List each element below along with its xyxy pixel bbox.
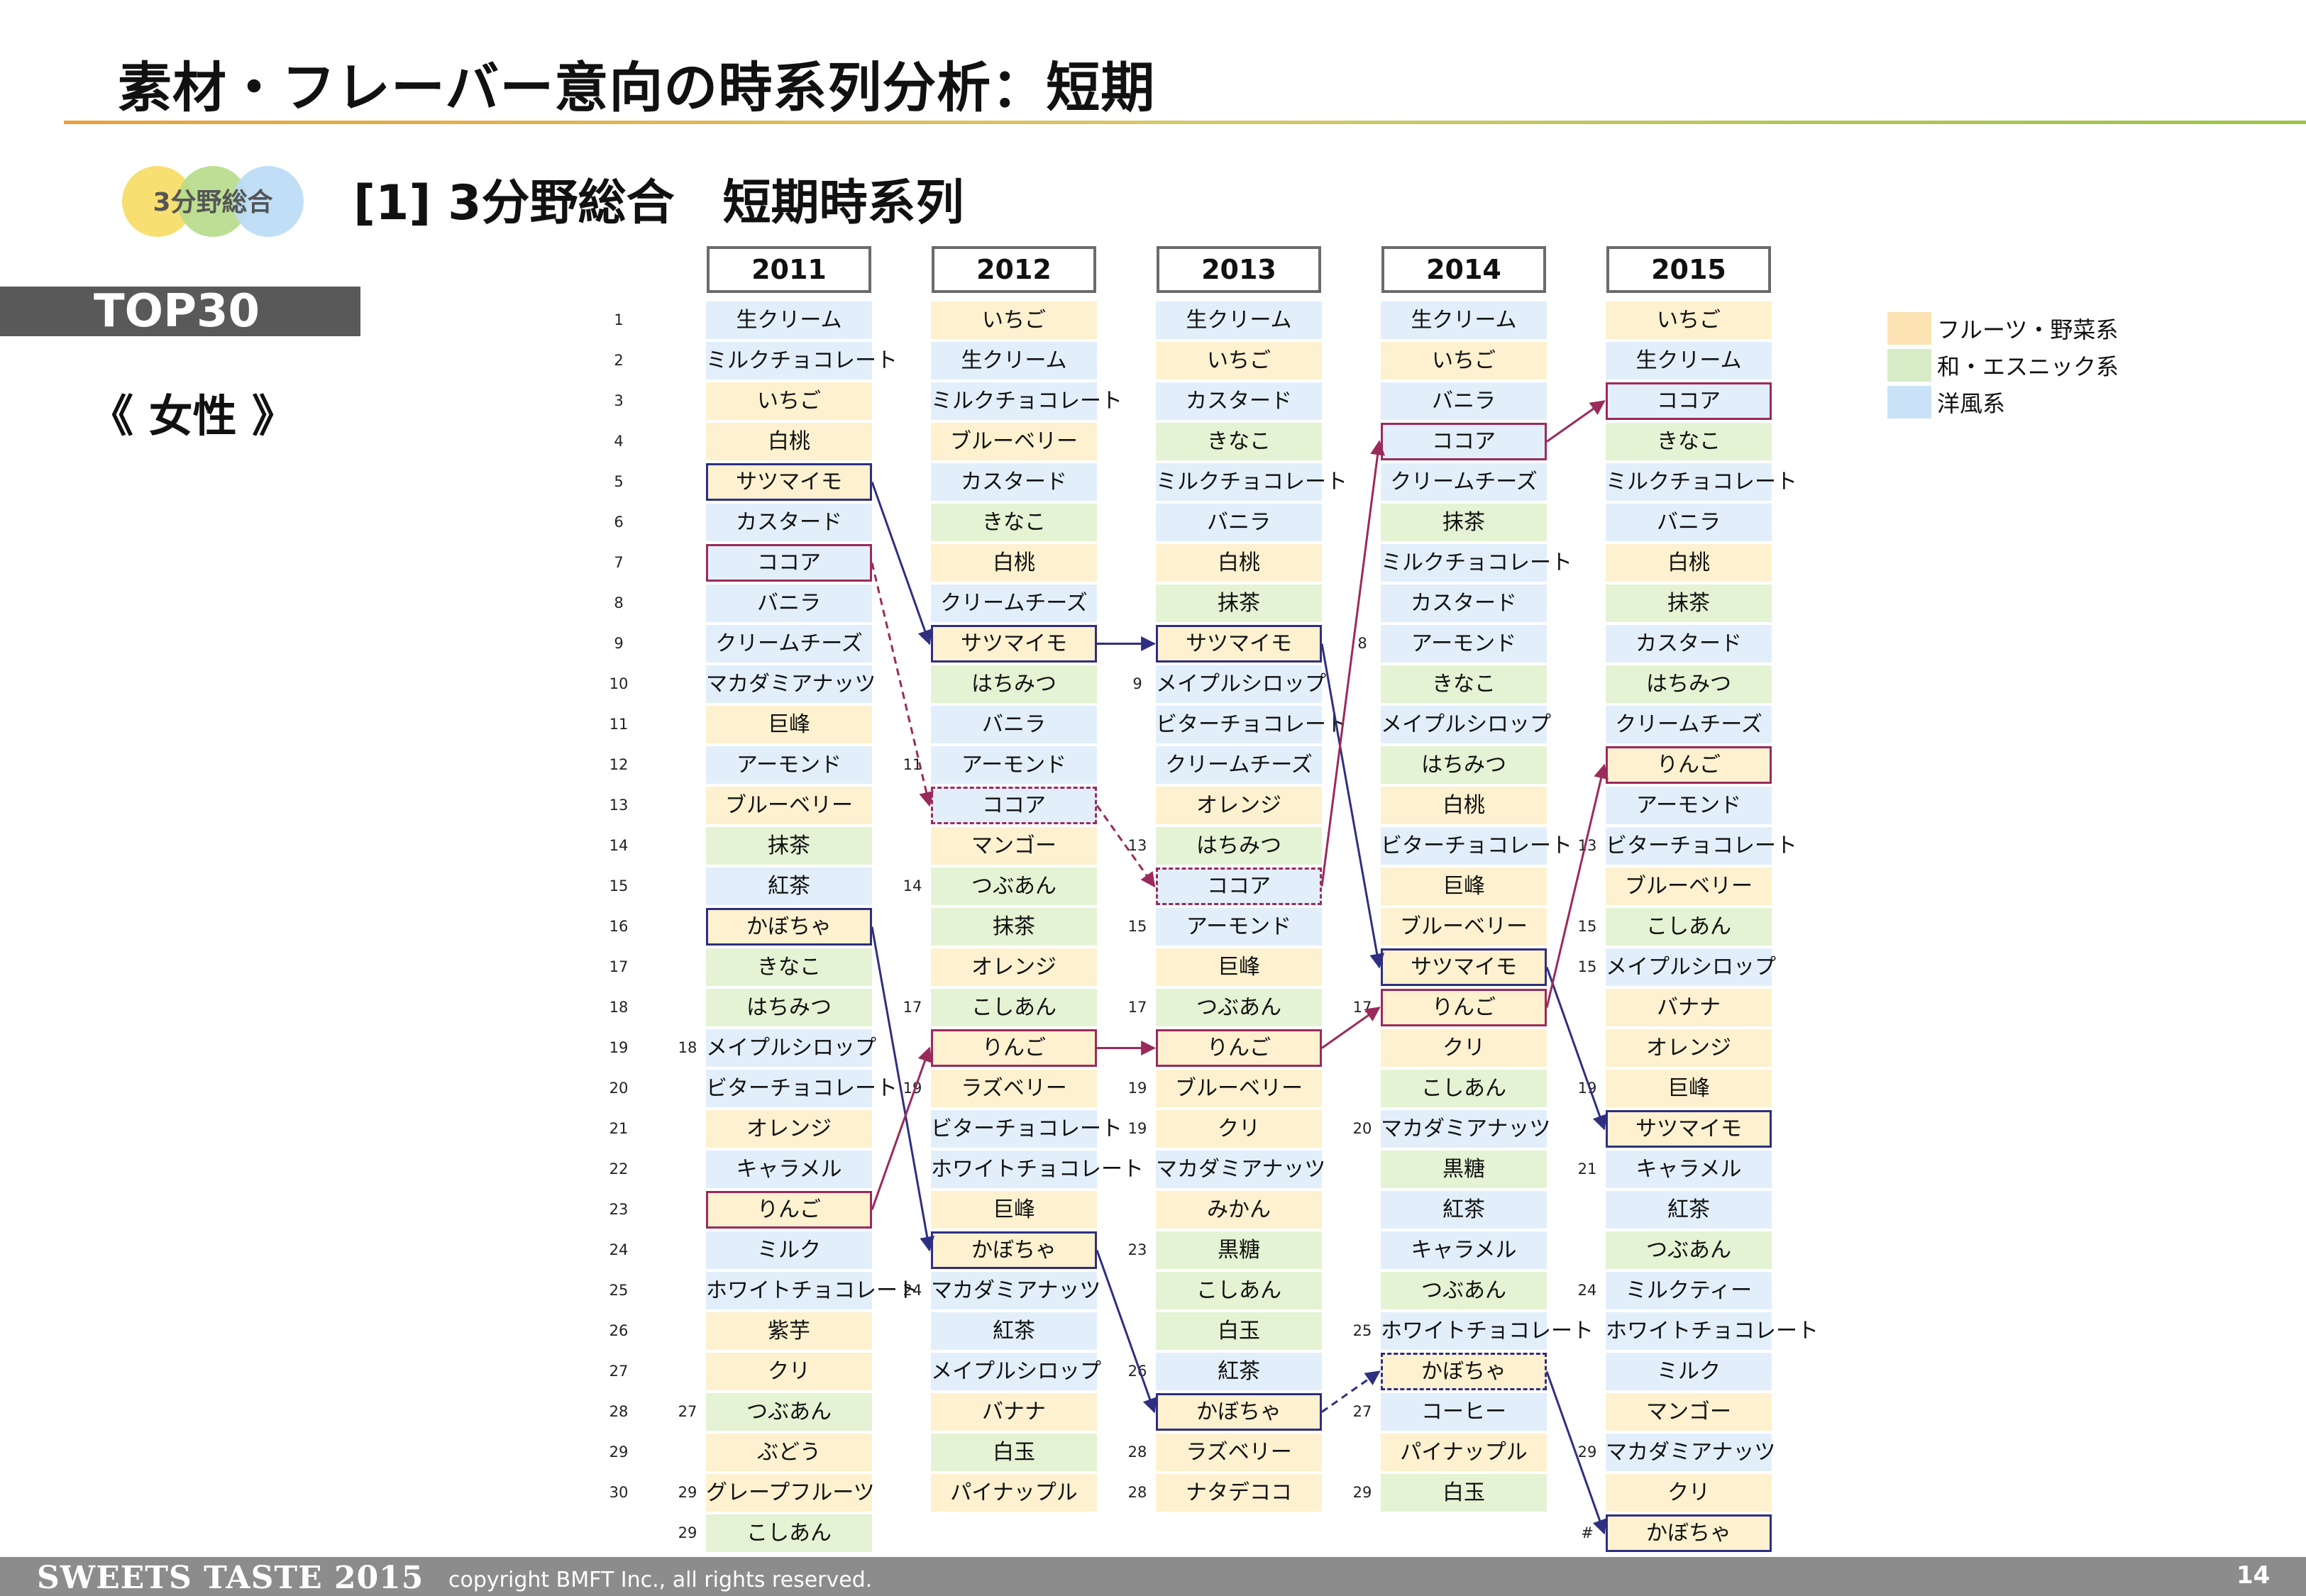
trend-arrow-sweet-potato xyxy=(871,481,932,645)
trend-arrow-cocoa xyxy=(1096,804,1156,888)
legend-label-western: 洋風系 xyxy=(1937,390,2006,417)
trend-arrow-pumpkin xyxy=(1545,1370,1607,1535)
trend-arrow-apple xyxy=(871,1046,932,1211)
footer-brand: SWEETS TASTE 2015 xyxy=(37,1560,424,1596)
trend-arrow-cocoa xyxy=(1546,400,1606,443)
page-number: 14 xyxy=(2236,1561,2271,1590)
legend-swatch-western xyxy=(1887,386,1931,419)
trend-arrow-pumpkin xyxy=(1096,1249,1157,1414)
trend-arrow-cocoa xyxy=(1320,440,1385,887)
trend-arrow-sweet-potato xyxy=(1545,966,1607,1131)
trend-arrow-apple xyxy=(1545,763,1609,1008)
trend-arrow-sweet-potato xyxy=(1320,643,1385,969)
trend-arrow-apple xyxy=(1321,1007,1381,1049)
trend-arrow-pumpkin xyxy=(871,926,935,1252)
legend-swatch-wa xyxy=(1887,349,1931,382)
trend-arrow-pumpkin xyxy=(1321,1370,1381,1413)
legend-label-wa: 和・エスニック系 xyxy=(1937,353,2119,380)
trend-arrow-cocoa xyxy=(871,563,934,807)
legend-label-fruit: フルーツ・野菜系 xyxy=(1937,316,2119,343)
legend-swatch-fruit xyxy=(1887,312,1931,345)
connector-arrows xyxy=(871,400,1609,1535)
footer-copyright: copyright BMFT Inc., all rights reserved… xyxy=(448,1568,873,1592)
